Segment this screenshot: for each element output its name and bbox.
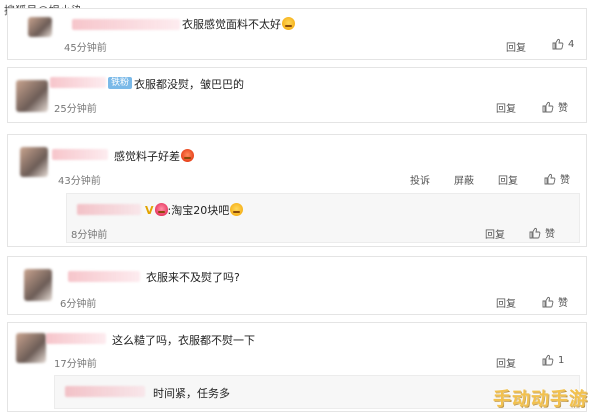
like-button[interactable]: 1 xyxy=(542,354,564,366)
comment-text: 这么糙了吗，衣服都不熨一下 xyxy=(112,334,255,347)
emoji-icon xyxy=(282,17,295,30)
thumbs-up-icon xyxy=(552,38,564,50)
comment-text: 感觉料子好差 xyxy=(114,148,194,164)
fan-badge: 铁粉 xyxy=(108,77,133,89)
username-blurred[interactable] xyxy=(65,386,145,397)
comment-text: 衣服来不及熨了吗? xyxy=(146,271,240,284)
angry-emoji-icon xyxy=(181,149,194,162)
reply-text-content: :淘宝20块吧 xyxy=(167,204,230,217)
reply-button[interactable]: 回复 xyxy=(498,172,518,187)
comment-time: 43分钟前 xyxy=(58,176,101,187)
comment-time: 17分钟前 xyxy=(54,359,97,370)
reply-text: 时间紧，任务多 xyxy=(153,387,230,400)
username-blurred[interactable] xyxy=(46,333,106,344)
reply-time: 8分钟前 xyxy=(71,230,108,241)
comment-time: 45分钟前 xyxy=(64,43,107,54)
like-label: 赞 xyxy=(558,103,568,114)
username-blurred[interactable] xyxy=(72,19,180,30)
comment-text-content: 感觉料子好差 xyxy=(114,150,180,163)
comment-time: 6分钟前 xyxy=(60,299,97,310)
like-count: 1 xyxy=(558,354,565,366)
comment-text: 衣服感觉面料不太好 xyxy=(182,16,295,32)
like-label: 赞 xyxy=(560,175,570,186)
block-button[interactable]: 屏蔽 xyxy=(454,172,474,187)
like-button[interactable]: 4 xyxy=(552,38,574,50)
comment-card-3: 感觉料子好差 43分钟前 投诉 屏蔽 回复 赞 V :淘宝20块吧 8分钟前 回复… xyxy=(7,134,587,247)
username-blurred[interactable] xyxy=(77,204,141,215)
reply-box: V :淘宝20块吧 8分钟前 回复 赞 xyxy=(66,193,580,243)
like-button[interactable]: 赞 xyxy=(529,225,555,240)
comment-text: 衣服都没熨，皱巴巴的 xyxy=(134,78,244,91)
reply-button[interactable]: 回复 xyxy=(496,295,516,310)
comment-text-content: 衣服感觉面料不太好 xyxy=(182,18,281,31)
comment-card-2: 铁粉 衣服都没熨，皱巴巴的 25分钟前 回复 赞 xyxy=(7,67,587,123)
like-button[interactable]: 赞 xyxy=(544,171,570,186)
heart-emoji-icon xyxy=(154,203,168,216)
reply-button[interactable]: 回复 xyxy=(496,355,516,370)
comment-time: 25分钟前 xyxy=(54,104,97,115)
comment-card-1: 衣服感觉面料不太好 45分钟前 回复 4 xyxy=(7,8,587,60)
thumbs-up-icon xyxy=(542,101,554,112)
like-count: 4 xyxy=(568,38,575,50)
thumbs-up-icon xyxy=(542,296,554,307)
avatar[interactable] xyxy=(16,333,46,363)
avatar[interactable] xyxy=(28,17,52,37)
reply-text: V :淘宝20块吧 xyxy=(145,202,244,218)
like-button[interactable]: 赞 xyxy=(542,294,568,309)
watermark-bottom: 手动动手游 xyxy=(493,389,588,409)
reply-button[interactable]: 回复 xyxy=(496,100,516,115)
like-label: 赞 xyxy=(545,229,555,240)
reply-button[interactable]: 回复 xyxy=(485,226,505,241)
username-blurred[interactable] xyxy=(50,77,106,88)
thumbs-up-icon xyxy=(529,227,541,238)
verified-icon: V xyxy=(145,204,154,217)
thumbs-up-icon xyxy=(544,173,556,184)
emoji-icon xyxy=(230,203,244,216)
like-button[interactable]: 赞 xyxy=(542,99,568,114)
comment-card-4: 衣服来不及熨了吗? 6分钟前 回复 赞 xyxy=(7,256,587,315)
username-blurred[interactable] xyxy=(68,271,140,282)
avatar[interactable] xyxy=(24,269,52,301)
report-button[interactable]: 投诉 xyxy=(410,172,430,187)
reply-button[interactable]: 回复 xyxy=(506,39,526,54)
thumbs-up-icon xyxy=(542,354,554,366)
avatar[interactable] xyxy=(16,80,48,112)
avatar[interactable] xyxy=(20,147,48,177)
username-blurred[interactable] xyxy=(52,149,108,160)
like-label: 赞 xyxy=(558,298,568,309)
